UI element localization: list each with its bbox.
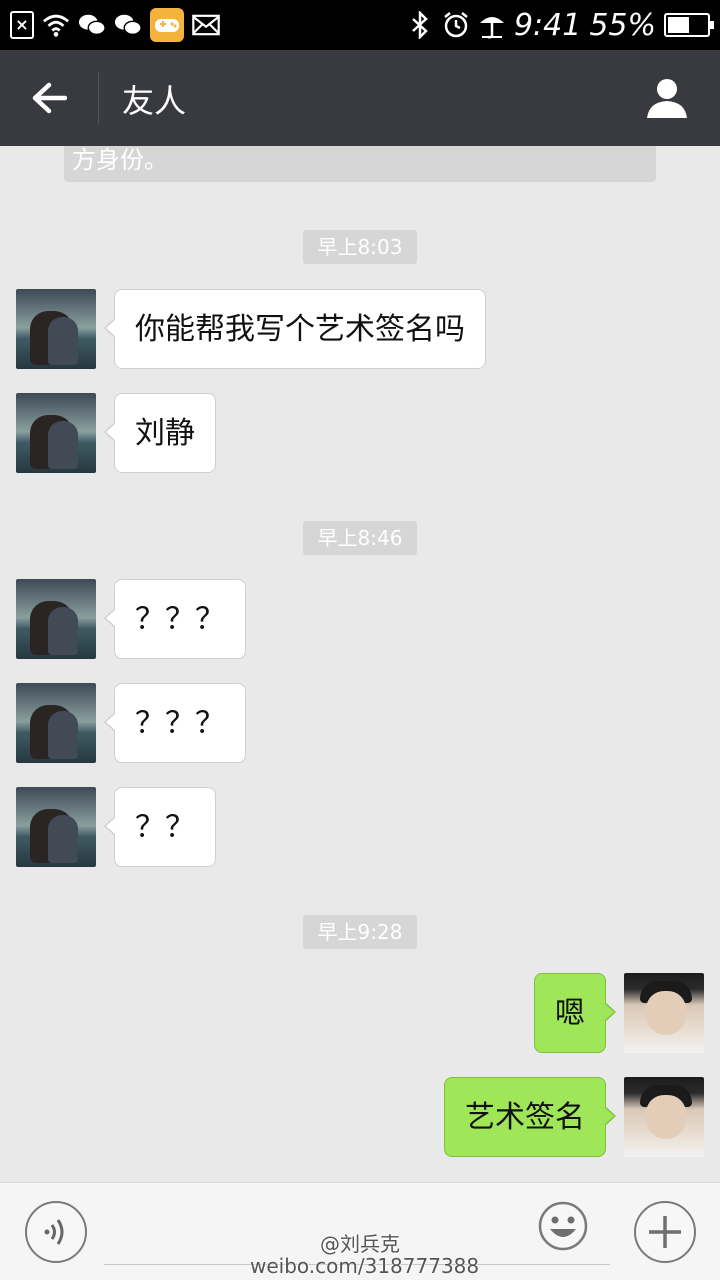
watermark-url: weibo.com/318777388 xyxy=(250,1254,480,1278)
alarm-icon xyxy=(442,11,470,39)
outgoing-message[interactable]: 嗯 xyxy=(534,973,616,1053)
gamepad-icon xyxy=(150,8,184,42)
back-button[interactable] xyxy=(18,68,80,128)
wifi-icon xyxy=(42,11,70,39)
envelope-icon xyxy=(192,11,220,39)
outgoing-message[interactable]: 艺术签名 xyxy=(444,1077,616,1157)
signal-umbrella-icon xyxy=(478,11,506,39)
watermark-handle: @刘兵克 xyxy=(320,1232,400,1256)
clock-time: 9:41 xyxy=(513,7,582,43)
friend-avatar[interactable] xyxy=(16,787,96,867)
watermark: @刘兵克 weibo.com/318777388 xyxy=(250,1232,480,1278)
incoming-message[interactable]: 你能帮我写个艺术签名吗 xyxy=(104,289,486,369)
wechat-icon xyxy=(78,11,106,39)
status-bar: × 9:41 55% xyxy=(0,0,720,50)
more-button[interactable] xyxy=(634,1201,696,1263)
chat-area[interactable]: 方身份。 早上8:03 你能帮我写个艺术签名吗 刘静 早上8:46 ？？？ ？？… xyxy=(0,146,720,1182)
system-notice: 方身份。 xyxy=(64,146,656,182)
battery-icon xyxy=(664,13,714,37)
person-icon xyxy=(647,79,687,118)
plus-icon xyxy=(649,1216,681,1248)
incoming-message[interactable]: ？？？ xyxy=(104,579,246,659)
wechat-icon xyxy=(114,11,142,39)
sim-missing-icon: × xyxy=(10,11,34,39)
header-divider xyxy=(98,72,99,124)
my-avatar[interactable] xyxy=(624,973,704,1053)
battery-percent: 55% xyxy=(589,7,656,43)
emoji-button[interactable] xyxy=(538,1201,588,1251)
timestamp: 早上8:03 xyxy=(303,230,417,264)
incoming-message[interactable]: ？？？ xyxy=(104,683,246,763)
battery-fill xyxy=(668,17,689,33)
friend-avatar[interactable] xyxy=(16,289,96,369)
input-bar: @刘兵克 weibo.com/318777388 xyxy=(0,1182,720,1280)
my-avatar[interactable] xyxy=(624,1077,704,1157)
voice-button[interactable] xyxy=(25,1201,87,1263)
timestamp: 早上8:46 xyxy=(303,521,417,555)
smiley-icon xyxy=(538,1201,588,1251)
friend-avatar[interactable] xyxy=(16,683,96,763)
voice-icon xyxy=(44,1219,64,1245)
timestamp: 早上9:28 xyxy=(303,915,417,949)
arrow-left-icon xyxy=(32,82,67,114)
incoming-message[interactable]: ？？ xyxy=(104,787,216,867)
bluetooth-icon xyxy=(406,11,434,39)
chat-header: 友人 xyxy=(0,50,720,146)
chat-title: 友人 xyxy=(122,82,187,120)
incoming-message[interactable]: 刘静 xyxy=(104,393,216,473)
friend-avatar[interactable] xyxy=(16,579,96,659)
profile-button[interactable] xyxy=(642,72,692,124)
friend-avatar[interactable] xyxy=(16,393,96,473)
